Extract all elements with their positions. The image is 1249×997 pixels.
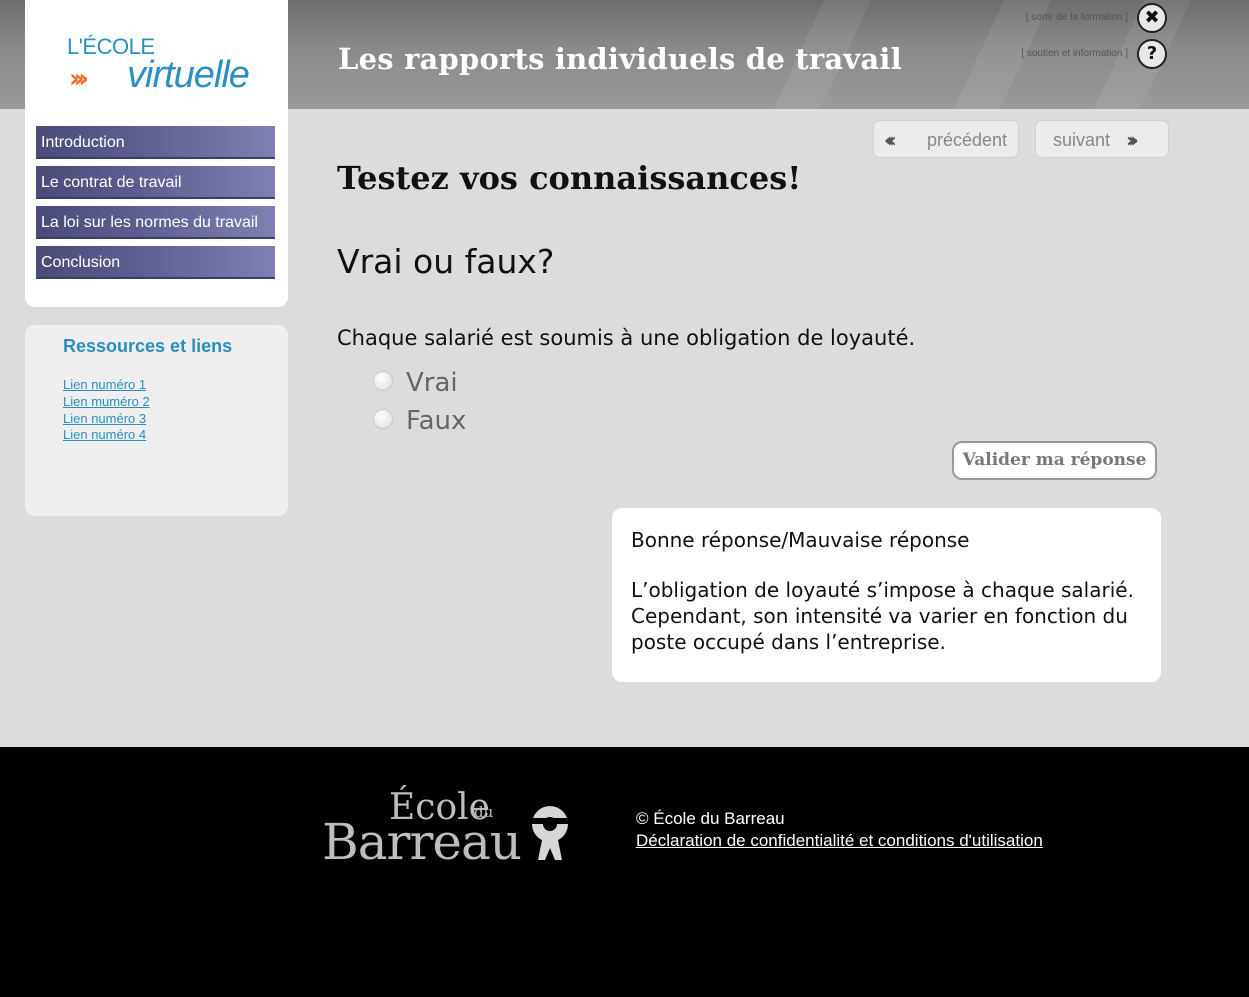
chevrons-right-icon: ››› bbox=[1126, 128, 1139, 152]
quiz-question: Chaque salarié est soumis à une obligati… bbox=[337, 326, 916, 350]
footer-logo-barreau: Barreau bbox=[322, 813, 522, 871]
next-label: suivant bbox=[1053, 130, 1111, 150]
left-nav-panel: L'ÉCOLE ››› virtuelle Introduction Le co… bbox=[25, 0, 288, 307]
radio-faux[interactable] bbox=[373, 409, 393, 429]
option-vrai-label: Vrai bbox=[406, 368, 458, 398]
nav-item-conclusion[interactable]: Conclusion bbox=[36, 246, 275, 279]
nav-item-introduction[interactable]: Introduction bbox=[36, 126, 275, 159]
close-icon[interactable]: ✖ bbox=[1137, 3, 1167, 33]
feedback-title: Bonne réponse/Mauvaise réponse bbox=[631, 528, 970, 552]
resource-link-1[interactable]: Lien numéro 1 bbox=[63, 377, 150, 394]
validate-answer-button[interactable]: Valider ma réponse bbox=[952, 441, 1157, 480]
resources-links: Lien numéro 1 Lien muméro 2 Lien numéro … bbox=[63, 377, 150, 444]
ecole-virtuelle-logo: L'ÉCOLE ››› virtuelle bbox=[67, 34, 257, 96]
quiz-subheading: Vrai ou faux? bbox=[337, 242, 555, 281]
previous-label: précédent bbox=[927, 130, 1008, 150]
option-faux[interactable]: Faux bbox=[373, 406, 466, 436]
feedback-box: Bonne réponse/Mauvaise réponse L’obligat… bbox=[612, 508, 1161, 682]
resources-panel: Ressources et liens Lien numéro 1 Lien m… bbox=[25, 325, 288, 516]
chevrons-left-icon: ‹‹‹ bbox=[884, 128, 897, 152]
logo-arrows-icon: ››› bbox=[69, 64, 89, 94]
quiz-heading: Testez vos connaissances! bbox=[337, 159, 802, 197]
option-vrai[interactable]: Vrai bbox=[373, 368, 458, 398]
barreau-seal-icon bbox=[532, 806, 568, 860]
resource-link-2[interactable]: Lien muméro 2 bbox=[63, 394, 150, 411]
ecole-du-barreau-logo: École du Barreau bbox=[322, 787, 582, 871]
nav-item-contrat-de-travail[interactable]: Le contrat de travail bbox=[36, 166, 275, 199]
radio-vrai[interactable] bbox=[373, 371, 393, 391]
privacy-policy-link[interactable]: Déclaration de confidentialité et condit… bbox=[636, 831, 1043, 851]
module-nav: Introduction Le contrat de travail La lo… bbox=[36, 126, 275, 286]
resources-title: Ressources et liens bbox=[63, 336, 233, 356]
resource-link-4[interactable]: Lien numéro 4 bbox=[63, 427, 150, 444]
help-icon[interactable]: ? bbox=[1137, 39, 1167, 69]
next-button[interactable]: suivant ››› bbox=[1035, 120, 1169, 158]
resource-link-3[interactable]: Lien numéro 3 bbox=[63, 411, 150, 428]
footer-copyright: © École du Barreau bbox=[636, 809, 785, 828]
support-info-link[interactable]: [ soutien et information ] bbox=[1021, 48, 1128, 59]
exit-training-link[interactable]: [ sortir de la formation ] bbox=[1026, 12, 1128, 23]
logo-text-virtuelle: virtuelle bbox=[127, 54, 250, 96]
nav-item-loi-normes-travail[interactable]: La loi sur les normes du travail bbox=[36, 206, 275, 239]
footer: École du Barreau © École du Barreau Décl… bbox=[0, 747, 1249, 997]
page-title: Les rapports individuels de travail bbox=[338, 42, 902, 76]
option-faux-label: Faux bbox=[406, 406, 467, 436]
previous-button[interactable]: ‹‹‹ précédent bbox=[873, 120, 1019, 158]
feedback-text: L’obligation de loyauté s’impose à chaqu… bbox=[631, 578, 1134, 654]
